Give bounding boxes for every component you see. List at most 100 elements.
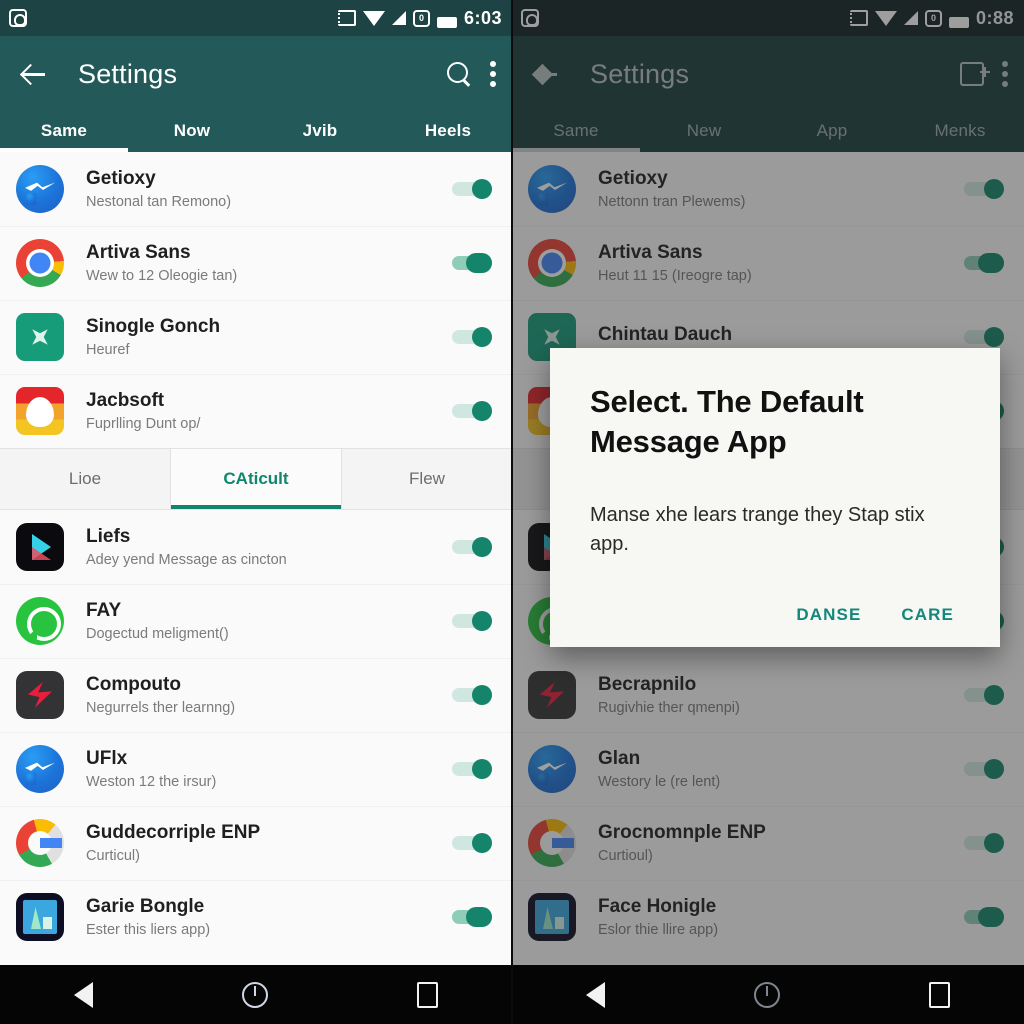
app-icon-container	[16, 239, 64, 287]
list-item-text: Garie Bongle Ester this liers app)	[86, 896, 452, 938]
nav-back-icon[interactable]	[74, 981, 94, 1008]
list-item-title: Artiva Sans	[86, 242, 191, 264]
panel-divider	[511, 0, 513, 1024]
dual-screenshot-stage: 0 6:03 Settings Same Now Jvib Heels Geti…	[0, 0, 1024, 1024]
nav-home-icon[interactable]	[753, 981, 780, 1008]
app-icon-container	[16, 893, 64, 941]
toggle-switch[interactable]	[452, 253, 496, 273]
dialog-body-text: Manse xhe lears trange they Stap stix ap…	[590, 504, 925, 556]
nav-back-icon[interactable]	[586, 981, 606, 1008]
app-bar: Settings Same Now Jvib Heels	[0, 36, 512, 152]
toggle-switch[interactable]	[452, 833, 496, 853]
google-icon	[16, 819, 64, 867]
play-store-icon	[16, 523, 64, 571]
list-item-subtitle: Nestonal tan Remono)	[86, 193, 232, 210]
toggle-switch[interactable]	[452, 327, 496, 347]
status-bar-left	[8, 8, 28, 28]
toggle-switch[interactable]	[452, 179, 496, 199]
messenger-icon	[16, 745, 64, 793]
list-item-subtitle: Ester this liers app)	[86, 921, 211, 938]
list-item-title: Jacbsoft	[86, 390, 165, 412]
list-item-text: Getioxy Nestonal tan Remono)	[86, 168, 452, 210]
list-item-subtitle: Adey yend Message as cincton	[86, 551, 287, 568]
dialog-title: Select. The Default Message App	[590, 384, 864, 459]
chrome-icon	[16, 239, 64, 287]
app-icon-container	[16, 819, 64, 867]
list-item[interactable]: Guddecorriple ENP Curticul)	[0, 806, 512, 880]
list-item[interactable]: Getioxy Nestonal tan Remono)	[0, 152, 512, 226]
dialog-care-button[interactable]: CARE	[901, 605, 954, 625]
left-phone-screen: 0 6:03 Settings Same Now Jvib Heels Geti…	[0, 0, 512, 1024]
green-diamond-icon	[16, 313, 64, 361]
kebab-menu-icon[interactable]	[490, 61, 496, 87]
list-item-title: Liefs	[86, 526, 131, 548]
list-item-subtitle: Curticul)	[86, 847, 140, 864]
list-item[interactable]: Compouto Negurrels ther learnng)	[0, 658, 512, 732]
list-item-subtitle: Negurrels ther learnng)	[86, 699, 236, 716]
sub-tab-caticult[interactable]: CAticult	[170, 449, 341, 509]
sub-tab-flew[interactable]: Flew	[341, 449, 512, 509]
toggle-switch[interactable]	[452, 759, 496, 779]
list-item[interactable]: Garie Bongle Ester this liers app)	[0, 880, 512, 954]
list-item-text: Artiva Sans Wew to 12 Oleogie tan)	[86, 242, 452, 284]
bottom-app-list: Liefs Adey yend Message as cincton FAY D…	[0, 510, 512, 954]
wifi-icon	[362, 10, 385, 26]
snapchat-icon	[16, 387, 64, 435]
dialog-danse-button[interactable]: DANSE	[796, 605, 861, 625]
app-icon-container	[16, 387, 64, 435]
app-icon-container	[16, 597, 64, 645]
list-item[interactable]: UFlx Weston 12 the irsur)	[0, 732, 512, 806]
system-navigation-bar	[512, 965, 1024, 1024]
app-icon-container	[16, 523, 64, 571]
list-item[interactable]: Liefs Adey yend Message as cincton	[0, 510, 512, 584]
signal-icon	[391, 11, 406, 25]
toggle-switch[interactable]	[452, 537, 496, 557]
app-bar-row: Settings	[0, 36, 512, 112]
app-bar-actions	[446, 61, 496, 87]
right-phone-screen: 0 0:88 Settings Same New App Menks Getio…	[512, 0, 1024, 1024]
app-icon-container	[16, 745, 64, 793]
list-item-text: Guddecorriple ENP Curticul)	[86, 822, 452, 864]
toggle-switch[interactable]	[452, 907, 496, 927]
app-icon-container	[16, 671, 64, 719]
list-item[interactable]: Artiva Sans Wew to 12 Oleogie tan)	[0, 226, 512, 300]
list-item[interactable]: FAY Dogectud meligment()	[0, 584, 512, 658]
list-item-text: Compouto Negurrels ther learnng)	[86, 674, 452, 716]
sub-tab-lioe[interactable]: Lioe	[0, 449, 170, 509]
tab-jvib[interactable]: Jvib	[256, 121, 384, 152]
toggle-switch[interactable]	[452, 401, 496, 421]
top-app-list: Getioxy Nestonal tan Remono) Artiva Sans…	[0, 152, 512, 448]
back-arrow-icon[interactable]	[16, 56, 52, 92]
bolt-icon	[16, 671, 64, 719]
nav-recents-icon[interactable]	[416, 981, 438, 1008]
nav-home-icon[interactable]	[241, 981, 268, 1008]
list-item-text: Jacbsoft Fuprlling Dunt op/	[86, 390, 452, 432]
list-item-title: Compouto	[86, 674, 181, 696]
status-bar: 0 6:03	[0, 0, 512, 36]
chart-icon	[16, 893, 64, 941]
list-item[interactable]: Jacbsoft Fuprlling Dunt op/	[0, 374, 512, 448]
battery-icon	[436, 16, 457, 28]
list-item-subtitle: Heuref	[86, 341, 130, 358]
tab-now[interactable]: Now	[128, 121, 256, 152]
status-bar-clock: 6:03	[463, 7, 502, 28]
search-icon[interactable]	[446, 61, 472, 87]
nav-recents-icon[interactable]	[928, 981, 950, 1008]
default-message-app-dialog: Select. The Default Message App Manse xh…	[550, 348, 1000, 648]
list-item-title: Garie Bongle	[86, 896, 205, 918]
tab-heels[interactable]: Heels	[384, 121, 512, 152]
headset-icon	[8, 8, 28, 28]
list-item-title: Sinogle Gonch	[86, 316, 221, 338]
toggle-switch[interactable]	[452, 611, 496, 631]
toggle-switch[interactable]	[452, 685, 496, 705]
section-tab-bar: Lioe CAticult Flew	[0, 448, 512, 510]
list-item-subtitle: Wew to 12 Oleogie tan)	[86, 267, 238, 284]
list-item-text: UFlx Weston 12 the irsur)	[86, 748, 452, 790]
list-item[interactable]: Sinogle Gonch Heuref	[0, 300, 512, 374]
dialog-actions: DANSE CARE	[590, 605, 960, 625]
app-icon-container	[16, 313, 64, 361]
app-icon-container	[16, 165, 64, 213]
tab-same[interactable]: Same	[0, 121, 128, 152]
status-bar-right: 0 6:03	[337, 7, 502, 29]
list-item-text: FAY Dogectud meligment()	[86, 600, 452, 642]
